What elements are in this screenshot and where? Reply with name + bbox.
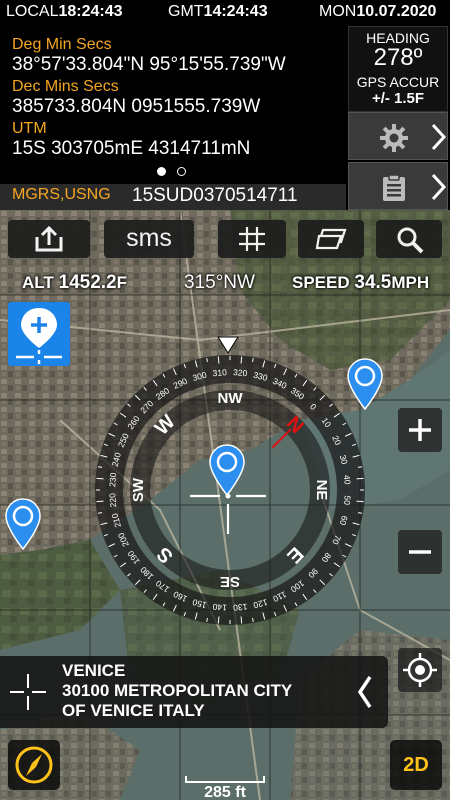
chevron-right-icon — [431, 123, 447, 151]
page-indicator[interactable] — [157, 167, 197, 179]
utm-value: 15S 303705mE 4314711mN — [12, 138, 251, 159]
share-icon — [35, 225, 63, 252]
grid-button[interactable] — [218, 220, 286, 258]
plus-icon — [409, 419, 431, 441]
location-pin-icon[interactable] — [208, 444, 246, 496]
north-needle — [271, 428, 292, 449]
date: MON10.07.2020 — [319, 3, 437, 20]
page-dot-active[interactable] — [157, 167, 166, 176]
address-bar[interactable]: VENICE 30100 METROPOLITAN CITY OF VENICE… — [0, 656, 388, 728]
crosshair-icon — [10, 674, 46, 710]
search-button[interactable] — [376, 220, 442, 258]
share-button[interactable] — [8, 220, 90, 258]
heading-box: HEADING 278º GPS ACCUR +/- 1.5F — [348, 26, 448, 112]
compass-degree-label: 320 — [233, 367, 248, 378]
dms-label: Deg Min Secs — [12, 36, 112, 53]
waypoint-pin-icon[interactable] — [346, 358, 384, 410]
settings-button[interactable] — [348, 112, 448, 160]
chevron-right-icon — [431, 173, 447, 201]
compass-degree-label: 230 — [107, 472, 118, 487]
waypoint-pin-icon[interactable] — [4, 498, 42, 550]
compass-degree-label: 310 — [212, 367, 227, 378]
gear-icon — [380, 124, 408, 152]
gps-target-icon — [403, 653, 437, 687]
gps-accuracy-label: GPS ACCUR — [356, 74, 440, 90]
scale-label: 285 ft — [204, 784, 246, 800]
gps-accuracy-value: +/- 1.5F — [371, 90, 425, 107]
dm-label: Dec Mins Secs — [12, 78, 119, 95]
compass-cardinal-nw: NW — [218, 390, 244, 407]
scale-line-icon — [185, 776, 265, 783]
satellite-map[interactable]: sms ALT 1452.2F 315°NW SPEED 34.5MPH 0 1… — [0, 210, 450, 800]
chevron-left-icon[interactable] — [356, 674, 374, 710]
map-layers-icon — [315, 228, 347, 250]
compass-degree-label: 140 — [212, 602, 227, 613]
dms-value: 38°57'33.804"N 95°15'55.739"W — [12, 54, 286, 75]
dm-value: 385733.804N 0951555.739W — [12, 96, 261, 117]
speed-readout: SPEED 34.5MPH — [292, 272, 430, 293]
address-country: OF VENICE ITALY — [62, 701, 205, 720]
add-waypoint-button[interactable] — [8, 302, 70, 366]
mgrs-value: 15SUD0370514711 — [132, 185, 298, 206]
map-mode-button[interactable]: 2D — [390, 740, 442, 790]
minus-icon — [409, 550, 431, 554]
heading-pointer-icon — [217, 336, 239, 354]
address-city: VENICE — [62, 661, 126, 680]
compass-cardinal-sw: SW — [130, 477, 147, 502]
compass-icon — [15, 746, 53, 784]
clipboard-icon — [383, 174, 405, 201]
status-bar: LOCAL18:24:43 GMT14:24:43 MON10.07.2020 — [0, 0, 450, 24]
notes-button[interactable] — [348, 162, 448, 210]
local-time: LOCAL18:24:43 — [6, 3, 123, 20]
address-region: 30100 METROPOLITAN CITY — [62, 681, 293, 700]
page-dot[interactable] — [177, 167, 186, 176]
map-type-button[interactable] — [298, 220, 364, 258]
right-panel: HEADING 278º GPS ACCUR +/- 1.5F — [346, 24, 450, 210]
compass-degree-label: 130 — [232, 602, 247, 613]
compass-mode-button[interactable] — [8, 740, 60, 790]
mgrs-bar: MGRS,USNG 15SUD0370514711 — [0, 184, 346, 210]
utm-label: UTM — [12, 120, 47, 137]
heading-value: 278º — [373, 44, 423, 71]
altitude-readout: ALT 1452.2F — [22, 272, 128, 293]
compass-degree-label: 40 — [342, 475, 353, 486]
zoom-out-button[interactable] — [398, 530, 442, 574]
gmt-time: GMT14:24:43 — [168, 3, 268, 20]
bearing-readout: 315°NW — [184, 272, 255, 293]
search-icon — [397, 227, 424, 254]
my-location-button[interactable] — [398, 648, 442, 692]
zoom-in-button[interactable] — [398, 408, 442, 452]
scale-bar: 285 ft — [185, 776, 265, 800]
sms-button[interactable]: sms — [104, 220, 194, 258]
coordinates-panel: Deg Min Secs 38°57'33.804"N 95°15'55.739… — [0, 24, 346, 184]
compass-degree-label: 220 — [107, 492, 118, 507]
mgrs-label: MGRS,USNG — [12, 186, 111, 203]
compass-degree-label: 50 — [342, 495, 353, 506]
pin-plus-icon — [16, 308, 62, 364]
compass-cardinal-ne: NE — [313, 480, 330, 501]
compass-cardinal-se: SE — [220, 573, 240, 590]
grid-icon — [239, 227, 265, 251]
